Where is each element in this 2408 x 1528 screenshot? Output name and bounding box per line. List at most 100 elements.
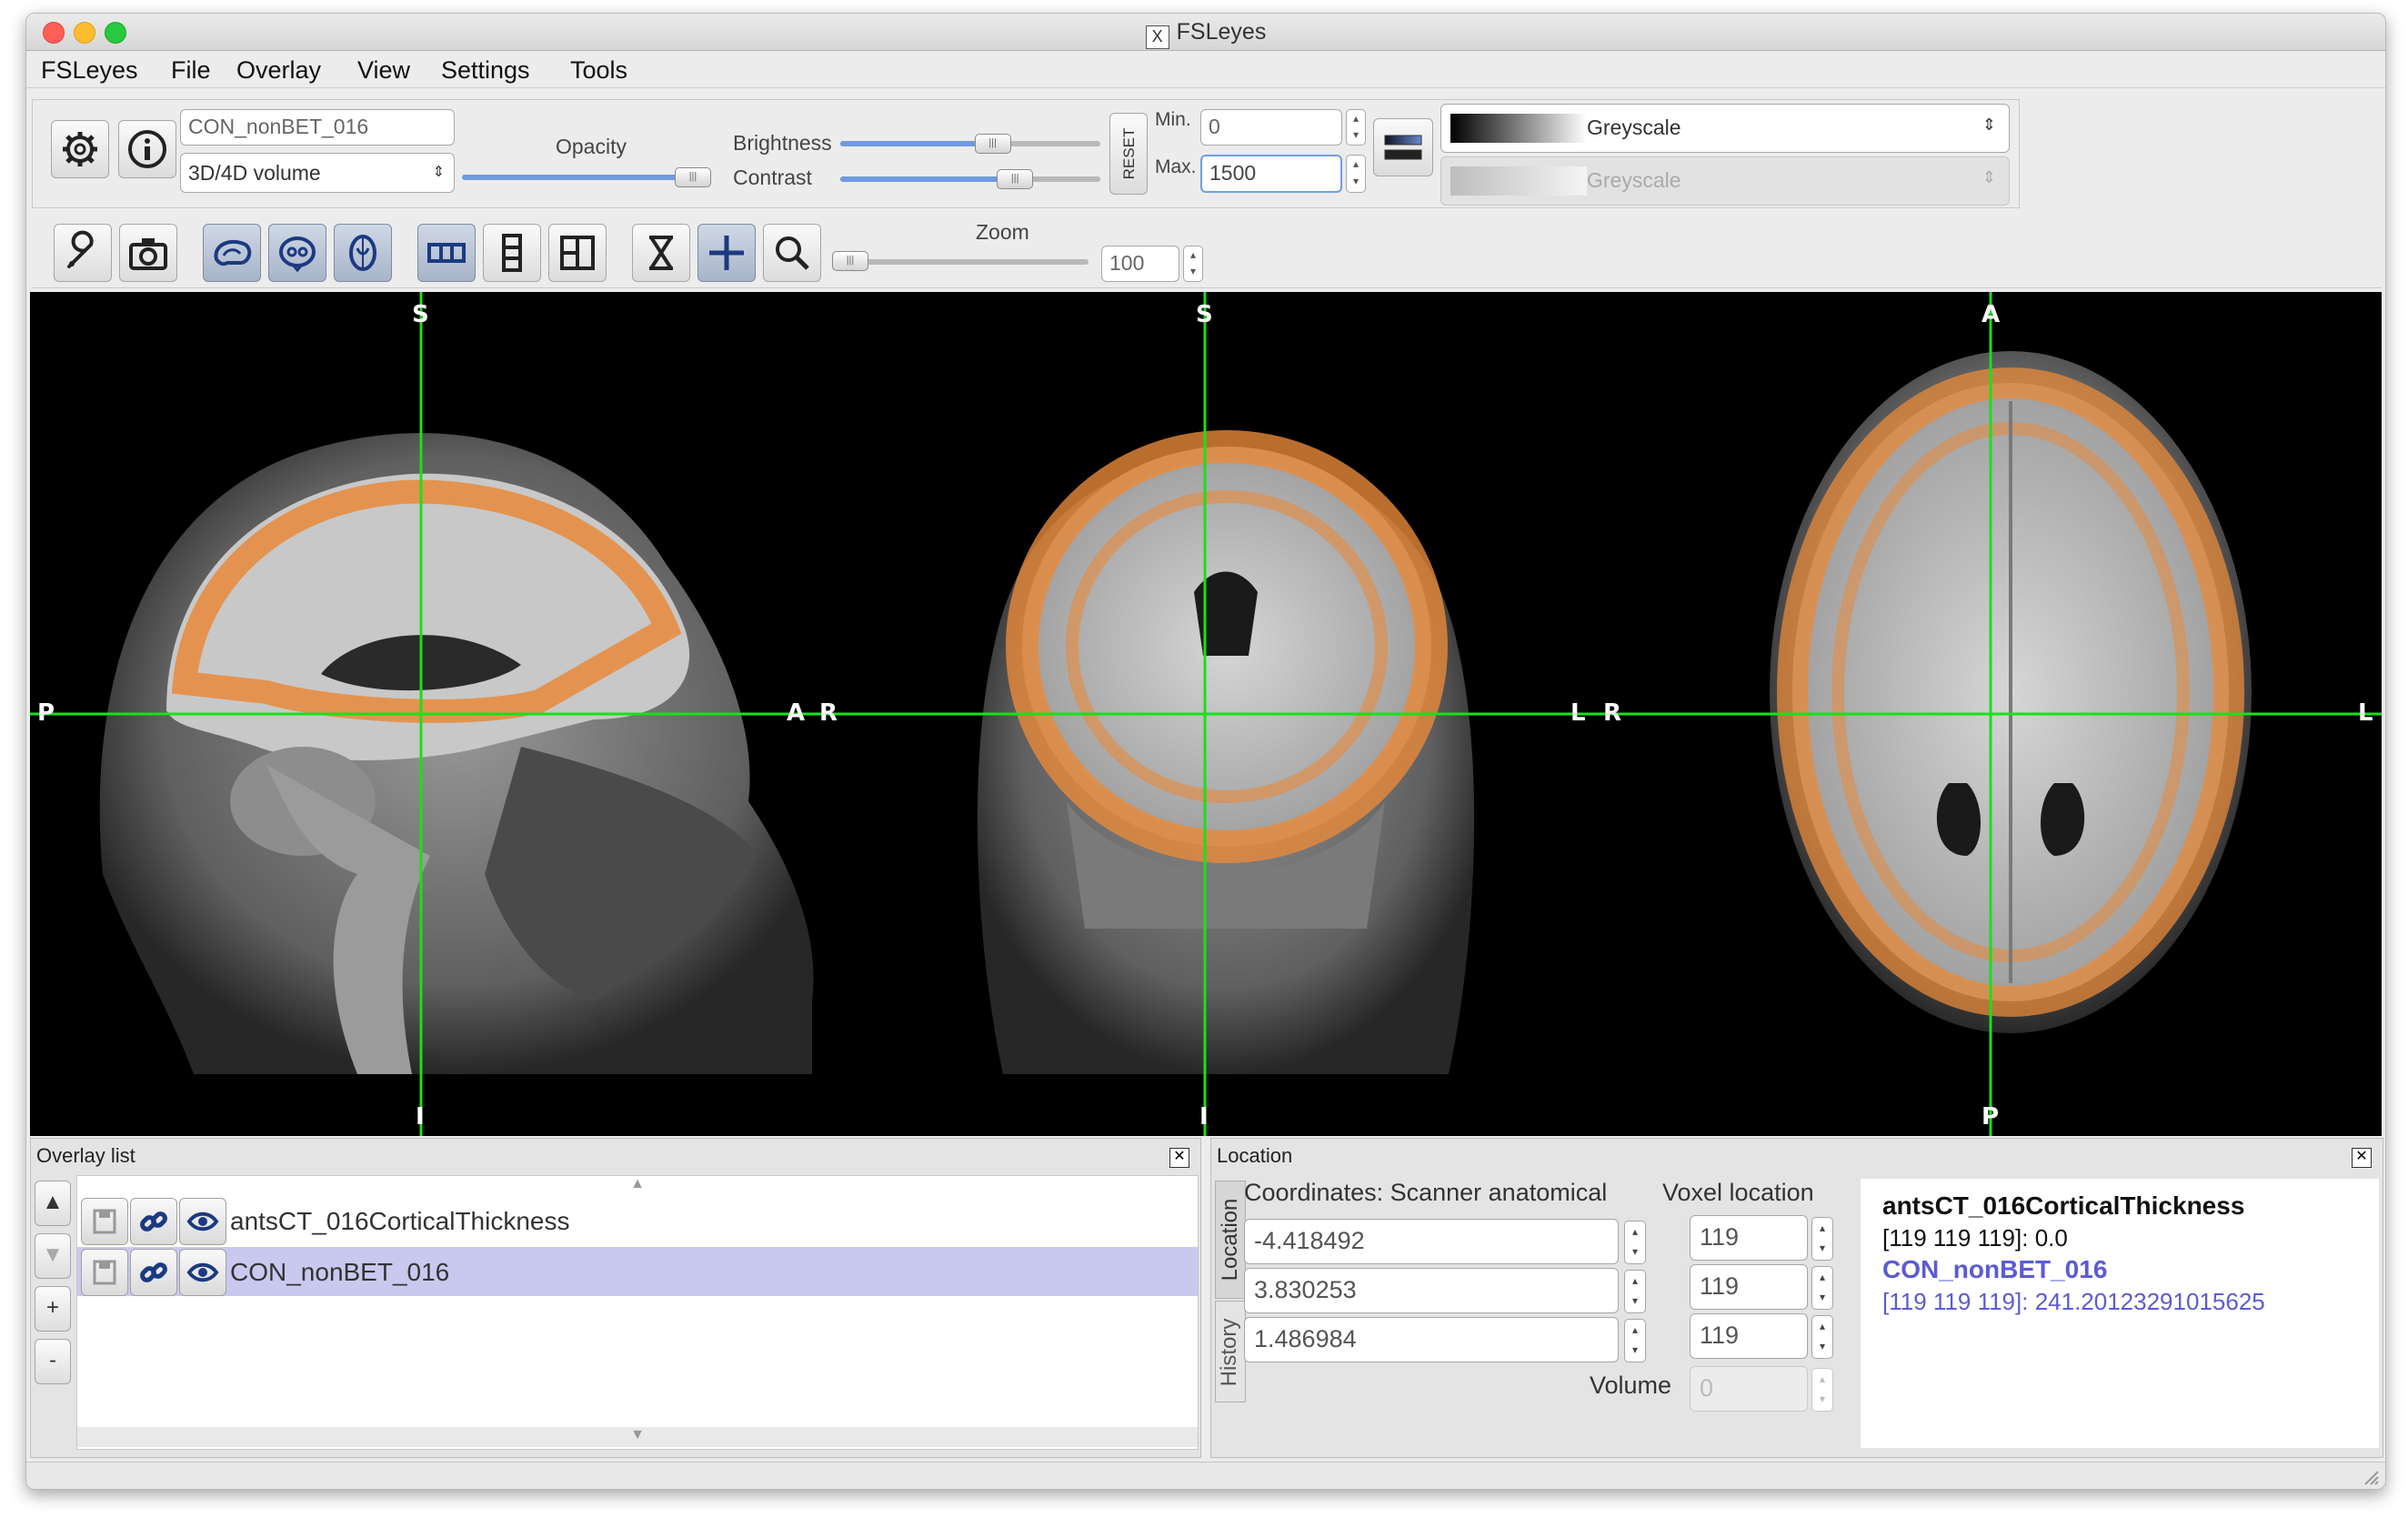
coord-x-spinner[interactable]: ▴ ▾ (1624, 1221, 1646, 1264)
move-overlay-down-button[interactable]: ▼ (35, 1233, 71, 1279)
crosshair-icon (709, 236, 744, 270)
coord-x-field[interactable]: -4.418492 (1244, 1219, 1619, 1264)
menu-tools[interactable]: Tools (570, 56, 627, 85)
vertical-layout-button[interactable] (483, 224, 541, 282)
negative-colormap-select[interactable]: Greyscale ⇕ (1440, 156, 2010, 206)
overlay-name-field[interactable]: CON_nonBET_016 (180, 109, 455, 146)
menu-file[interactable]: File (171, 56, 211, 85)
colormap-icon (1384, 135, 1422, 160)
opacity-slider-knob[interactable]: ||| (675, 167, 711, 187)
toggle-movie-mode-button[interactable] (632, 224, 690, 282)
overlay-settings-button[interactable] (51, 120, 109, 178)
overlay-name-label: antsCT_016CorticalThickness (230, 1207, 570, 1235)
brain-slices-canvas[interactable] (30, 292, 2382, 1136)
max-field[interactable]: 1500 (1200, 155, 1342, 193)
status-bar (26, 1462, 2385, 1489)
remove-overlay-button[interactable]: - (35, 1339, 71, 1384)
tab-location-label: Location (1218, 1198, 1242, 1282)
zoom-slider-knob[interactable]: ||| (832, 251, 868, 271)
zoom-slider-track[interactable] (832, 259, 1089, 265)
magnifier-icon (776, 236, 809, 270)
zoom-tool-button[interactable] (763, 224, 821, 282)
coord-y-spinner[interactable]: ▴ ▾ (1624, 1270, 1646, 1313)
volume-field[interactable]: 0 (1690, 1366, 1808, 1412)
ortho-viewer[interactable]: S I P A S I R L A P R L (30, 292, 2382, 1136)
overlay-info-button[interactable] (118, 120, 176, 178)
close-overlay-list-icon[interactable]: ✕ (1169, 1148, 1189, 1168)
voxel-x-spinner[interactable]: ▴ ▾ (1811, 1217, 1833, 1261)
menu-overlay[interactable]: Overlay (236, 56, 321, 85)
ortho-toolbar: Zoom ||| 100 ▴ ▾ (32, 209, 2382, 288)
x11-icon: X (1145, 25, 1169, 49)
coord-z-field[interactable]: 1.486984 (1244, 1317, 1619, 1362)
colormap-select[interactable]: Greyscale ⇕ (1440, 104, 2010, 153)
volume-spinner[interactable]: ▴ ▾ (1811, 1368, 1833, 1412)
tab-history-label: History (1217, 1318, 1241, 1387)
link-overlay-button[interactable] (130, 1198, 177, 1245)
menu-fsleyes[interactable]: FSLeyes (41, 56, 138, 85)
zoom-label: Zoom (976, 220, 1029, 244)
scroll-down-icon[interactable]: ▼ (77, 1427, 1198, 1447)
zoom-spinner[interactable]: ▴ ▾ (1183, 246, 1203, 282)
contrast-slider-knob[interactable]: ||| (997, 169, 1034, 189)
coord-y-field[interactable]: 3.830253 (1244, 1268, 1619, 1313)
brightness-slider-knob[interactable]: ||| (974, 134, 1011, 154)
move-overlay-up-button[interactable]: ▲ (35, 1181, 71, 1226)
toggle-cursor-button[interactable] (697, 224, 756, 282)
overlay-type-select[interactable]: 3D/4D volume ⇕ (180, 153, 455, 193)
horizontal-layout-icon (427, 243, 466, 263)
voxel-x-field[interactable]: 119 (1690, 1215, 1808, 1261)
location-info-panel: antsCT_016CorticalThickness [119 119 119… (1861, 1179, 2379, 1448)
toggle-visibility-button[interactable] (179, 1198, 226, 1245)
resize-grip-icon[interactable] (2360, 1466, 2380, 1486)
camera-icon (129, 238, 167, 270)
menu-bar: FSLeyes File Overlay View Settings Tools (26, 51, 2385, 88)
save-overlay-button[interactable] (81, 1249, 128, 1296)
toggle-coronal-button[interactable] (268, 224, 326, 282)
updown-chevron-icon: ⇕ (1982, 116, 1996, 134)
max-spinner[interactable]: ▴ ▾ (1346, 155, 1366, 193)
list-item[interactable]: antsCT_016CorticalThickness (77, 1196, 1198, 1245)
wrench-icon (67, 230, 94, 268)
list-item-selected[interactable]: CON_nonBET_016 (77, 1247, 1198, 1296)
zoom-field[interactable]: 100 (1101, 246, 1179, 282)
volume-label: Volume (1590, 1372, 1672, 1399)
menu-view[interactable]: View (357, 56, 410, 85)
min-spinner[interactable]: ▴ ▾ (1346, 109, 1366, 146)
voxel-y-spinner[interactable]: ▴ ▾ (1811, 1266, 1833, 1310)
chain-link-icon (140, 1211, 167, 1231)
min-field[interactable]: 0 (1200, 109, 1342, 146)
menu-settings[interactable]: Settings (441, 56, 530, 85)
invert-cmap-button[interactable] (1373, 118, 1433, 176)
tab-location[interactable]: Location (1215, 1181, 1246, 1299)
save-overlay-button[interactable] (81, 1198, 128, 1245)
updown-chevron-icon: ⇕ (1982, 168, 1996, 186)
grid-layout-button[interactable] (548, 224, 607, 282)
toggle-visibility-button[interactable] (179, 1249, 226, 1296)
gear-icon (63, 132, 97, 166)
coronal-brain-icon (279, 236, 316, 273)
toggle-axial-button[interactable] (334, 224, 392, 282)
voxel-y-field[interactable]: 119 (1690, 1264, 1808, 1310)
close-location-icon[interactable]: ✕ (2352, 1148, 2372, 1168)
voxel-z-field[interactable]: 119 (1690, 1313, 1808, 1359)
view-settings-button[interactable] (54, 224, 112, 282)
reset-label: RESET (1120, 127, 1138, 180)
info-overlay2-value: [119 119 119]: 241.20123291015625 (1882, 1288, 2265, 1315)
horizontal-layout-button[interactable] (417, 224, 476, 282)
location-title: Location (1217, 1144, 1293, 1167)
window-title: X FSLeyes (26, 19, 2385, 49)
screenshot-button[interactable] (119, 224, 177, 282)
add-overlay-button[interactable]: + (35, 1286, 71, 1332)
link-overlay-button[interactable] (130, 1249, 177, 1296)
tab-history[interactable]: History (1215, 1301, 1246, 1402)
reset-button[interactable]: RESET (1109, 113, 1148, 195)
sagittal-left-label: P (37, 699, 55, 727)
coord-z-spinner[interactable]: ▴ ▾ (1624, 1319, 1646, 1362)
opacity-label: Opacity (556, 135, 627, 158)
brightness-label: Brightness (733, 131, 832, 155)
scroll-up-icon[interactable]: ▲ (77, 1176, 1198, 1196)
toggle-sagittal-button[interactable] (203, 224, 261, 282)
voxel-z-spinner[interactable]: ▴ ▾ (1811, 1315, 1833, 1359)
axial-left-label: R (1603, 699, 1622, 727)
